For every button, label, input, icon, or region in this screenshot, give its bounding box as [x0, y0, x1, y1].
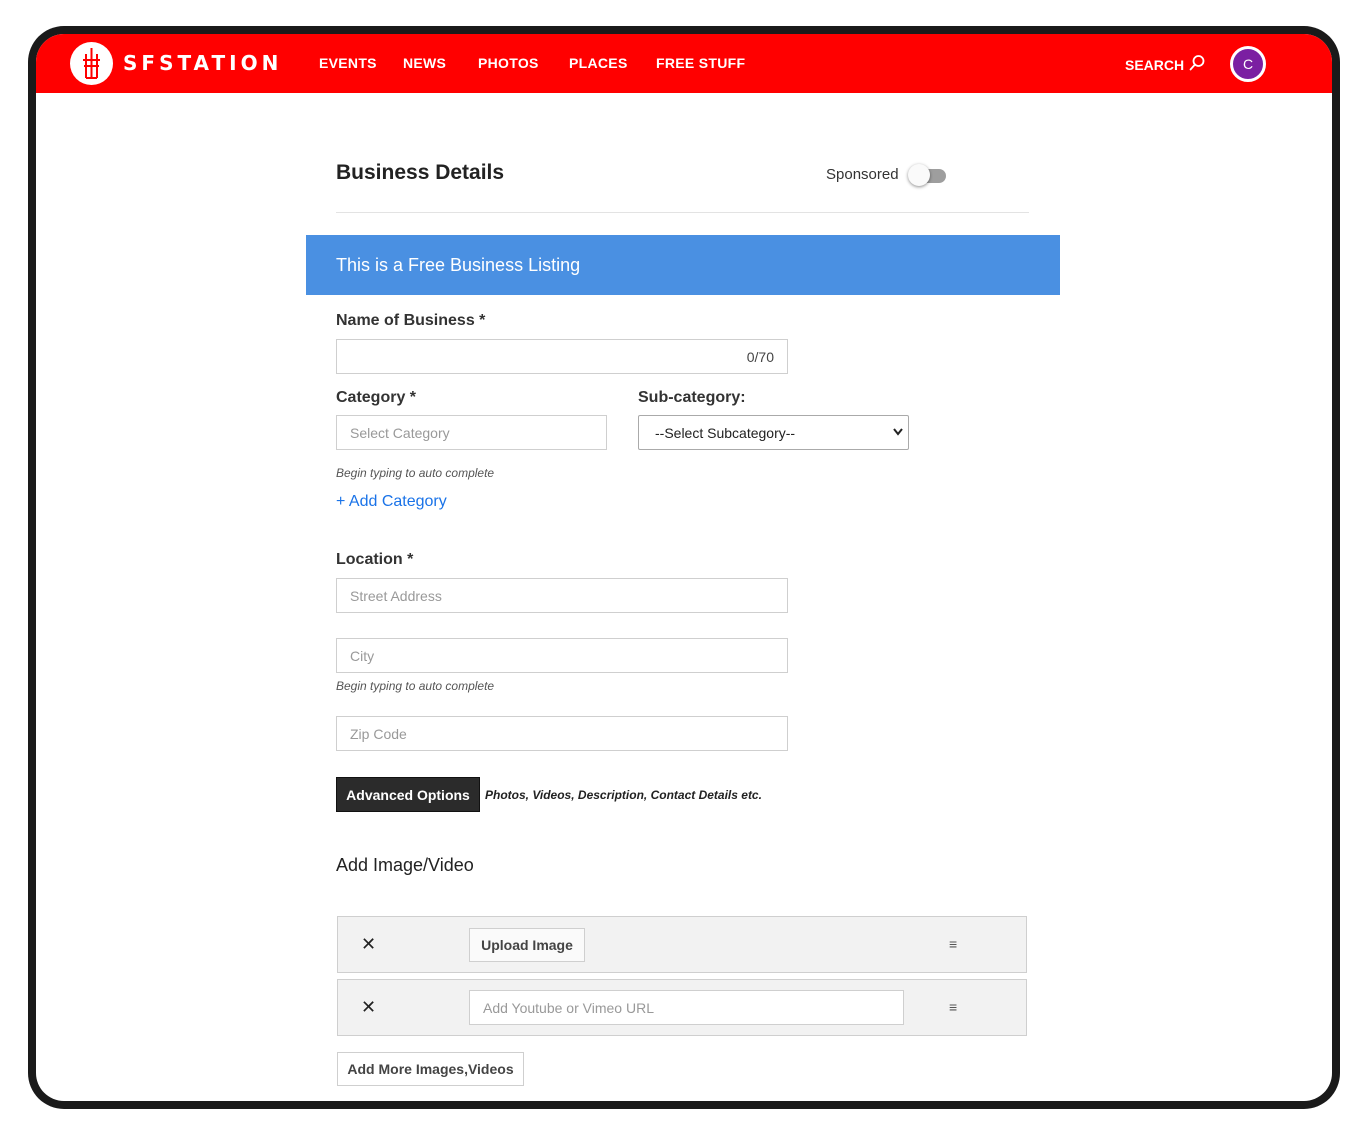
drag-handle-icon[interactable]: ≡ — [949, 936, 957, 952]
zip-code-input[interactable]: Zip Code — [336, 716, 788, 751]
media-row-video: ✕ Add Youtube or Vimeo URL ≡ — [337, 979, 1027, 1036]
city-input[interactable]: City — [336, 638, 788, 673]
upload-image-button[interactable]: Upload Image — [469, 928, 585, 962]
add-image-video-heading: Add Image/Video — [336, 855, 474, 875]
device-frame: SFSTATION EVENTS NEWS PHOTOS PLACES FREE… — [28, 26, 1340, 1109]
nav-item-photos[interactable]: PHOTOS — [478, 55, 539, 71]
search-icon — [1188, 54, 1206, 75]
top-nav-bar: SFSTATION EVENTS NEWS PHOTOS PLACES FREE… — [36, 34, 1332, 93]
business-name-label: Name of Business * — [336, 312, 486, 329]
search-button[interactable]: SEARCH — [1125, 54, 1206, 75]
business-name-input[interactable]: 0/70 — [336, 339, 788, 374]
subcategory-selected: --Select Subcategory-- — [655, 424, 796, 441]
nav-item-events[interactable]: EVENTS — [319, 55, 377, 71]
location-label: Location * — [336, 551, 414, 568]
close-icon[interactable]: ✕ — [361, 997, 376, 1018]
add-category-link[interactable]: + Add Category — [336, 493, 447, 511]
advanced-options-button[interactable]: Advanced Options — [336, 777, 480, 812]
video-url-placeholder: Add Youtube or Vimeo URL — [483, 999, 654, 1016]
sponsored-toggle[interactable] — [908, 164, 930, 186]
city-hint: Begin typing to auto complete — [336, 679, 495, 693]
free-listing-banner: This is a Free Business Listing — [306, 235, 1060, 295]
nav-item-free-stuff[interactable]: FREE STUFF — [656, 55, 745, 71]
zip-placeholder: Zip Code — [350, 725, 407, 742]
user-avatar[interactable]: C — [1230, 46, 1266, 82]
search-label: SEARCH — [1125, 56, 1185, 73]
advanced-options-note: Photos, Videos, Description, Contact Det… — [485, 788, 762, 802]
street-address-input[interactable]: Street Address — [336, 578, 788, 613]
screen: SFSTATION EVENTS NEWS PHOTOS PLACES FREE… — [36, 34, 1332, 1101]
sponsored-label: Sponsored — [826, 166, 899, 183]
subcategory-label: Sub-category: — [638, 389, 746, 406]
category-label: Category * — [336, 389, 417, 406]
chevron-down-icon — [893, 424, 903, 443]
category-input[interactable]: Select Category — [336, 415, 607, 450]
nav-item-news[interactable]: NEWS — [403, 55, 446, 71]
char-counter: 0/70 — [746, 349, 774, 365]
nav-item-places[interactable]: PLACES — [569, 55, 628, 71]
category-placeholder: Select Category — [350, 424, 450, 441]
page-title: Business Details — [336, 161, 505, 184]
banner-text: This is a Free Business Listing — [336, 255, 581, 275]
video-url-input[interactable]: Add Youtube or Vimeo URL — [469, 990, 904, 1025]
media-row-image: ✕ Upload Image ≡ — [337, 916, 1027, 973]
header-divider — [336, 212, 1029, 213]
subcategory-select[interactable]: --Select Subcategory-- — [638, 415, 909, 450]
street-placeholder: Street Address — [350, 587, 442, 604]
category-hint: Begin typing to auto complete — [336, 466, 495, 480]
add-more-media-button[interactable]: Add More Images,Videos — [337, 1052, 524, 1086]
logo-tower-icon[interactable] — [70, 42, 113, 85]
close-icon[interactable]: ✕ — [361, 934, 376, 955]
city-placeholder: City — [350, 647, 375, 664]
brand-logo-text[interactable]: SFSTATION — [123, 51, 282, 75]
drag-handle-icon[interactable]: ≡ — [949, 999, 957, 1015]
